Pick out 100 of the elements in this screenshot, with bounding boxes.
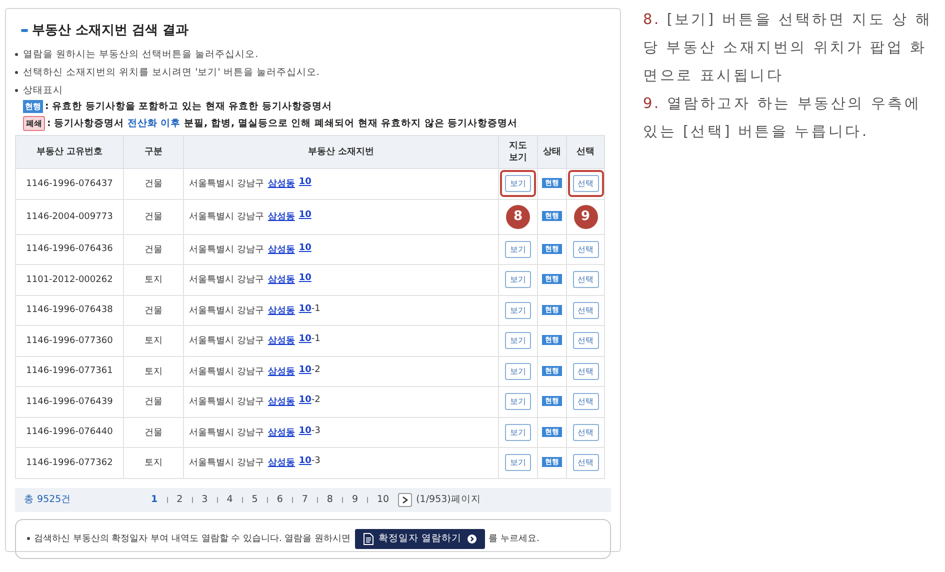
lot-link[interactable]: 10 bbox=[298, 177, 312, 190]
lot-link[interactable]: 10 bbox=[298, 395, 312, 408]
table-cell: 1146-2004-009773 bbox=[16, 199, 124, 234]
page-link[interactable]: 1 bbox=[151, 494, 158, 505]
lot-suffix: -1 bbox=[311, 304, 320, 316]
table-cell: 1146-1996-076436 bbox=[16, 234, 124, 264]
dong-link[interactable]: 삼성동 bbox=[268, 364, 295, 378]
select-button[interactable]: 선택 bbox=[572, 424, 598, 441]
map-view-button[interactable]: 보기 bbox=[505, 302, 531, 319]
lot-link[interactable]: 10 bbox=[298, 364, 312, 378]
table-cell: 토지 bbox=[124, 326, 184, 356]
lot-link[interactable]: 10 bbox=[298, 426, 312, 439]
table-cell: 토지 bbox=[124, 448, 184, 478]
map-view-button[interactable]: 보기 bbox=[505, 393, 531, 410]
column-header: 선택 bbox=[566, 136, 604, 168]
dong-link[interactable]: 삼성동 bbox=[268, 242, 295, 256]
column-header: 부동산 소재지번 bbox=[184, 136, 498, 168]
separator-icon bbox=[342, 496, 343, 502]
table-cell: 1146-1996-076440 bbox=[16, 417, 124, 448]
total-count: 총 9525건 bbox=[24, 493, 72, 506]
select-button[interactable]: 선택 bbox=[572, 454, 598, 472]
address-text: 서울특별시 강남구 bbox=[189, 366, 264, 378]
select-button[interactable]: 선택 bbox=[572, 393, 598, 410]
table-cell: 1146-1996-076437 bbox=[16, 168, 124, 199]
map-view-button[interactable]: 보기 bbox=[505, 424, 531, 441]
table-cell: 건물 bbox=[124, 234, 184, 264]
arrow-circle-icon bbox=[466, 534, 477, 544]
notice-text: 검색하신 부동산의 확정일자 부여 내역도 열람할 수 있습니다. 열람을 원하시면 bbox=[34, 533, 351, 545]
address-text: 서울특별시 강남구 bbox=[189, 426, 264, 439]
select-button[interactable]: 선택 bbox=[572, 302, 598, 319]
address-text: 서울특별시 강남구 bbox=[189, 244, 264, 256]
separator-icon bbox=[316, 496, 318, 502]
address-text: 서울특별시 강남구 bbox=[189, 335, 264, 348]
address-text: 서울특별시 강남구 bbox=[189, 457, 264, 470]
dong-link[interactable]: 삼성동 bbox=[268, 273, 295, 286]
date-view-button[interactable]: 확정일자 열람하기 bbox=[354, 528, 485, 548]
instruction-text: 8. [보기] 버튼을 선택하면 지도 상 해당 부동산 소재지번의 위치가 팝업 화면으로 표시됩니다 bbox=[643, 11, 933, 86]
step-number: 9 bbox=[574, 204, 598, 228]
address-text: 서울특별시 강남구 bbox=[189, 304, 264, 317]
page-link[interactable]: 6 bbox=[276, 494, 283, 505]
table-cell: 건물 bbox=[124, 199, 184, 234]
dong-link[interactable]: 삼성동 bbox=[268, 177, 295, 190]
dong-link[interactable]: 삼성동 bbox=[268, 210, 295, 223]
bullet-icon bbox=[15, 71, 18, 74]
table-cell: 1146-1996-077360 bbox=[16, 326, 124, 356]
lot-suffix: -3 bbox=[311, 456, 320, 468]
lot-link[interactable]: 10 bbox=[298, 334, 312, 348]
next-page-icon[interactable] bbox=[398, 492, 412, 506]
page-link[interactable]: 7 bbox=[302, 494, 308, 505]
column-header: 상태 bbox=[538, 136, 566, 168]
separator-icon bbox=[242, 496, 243, 502]
select-button[interactable]: 선택 bbox=[572, 362, 598, 380]
map-view-button[interactable]: 보기 bbox=[505, 454, 531, 472]
separator-icon bbox=[266, 496, 268, 502]
lot-link[interactable]: 10 bbox=[298, 210, 312, 223]
note-text: 선택하신 소재지번의 위치를 보시려면 '보기' 버튼을 눌러주십시오. bbox=[23, 66, 320, 79]
bullet-icon bbox=[27, 537, 30, 540]
separator-icon bbox=[292, 496, 293, 502]
page-link[interactable]: 2 bbox=[176, 494, 183, 505]
page-link[interactable]: 5 bbox=[252, 494, 258, 505]
select-button[interactable]: 선택 bbox=[572, 175, 598, 192]
dong-link[interactable]: 삼성동 bbox=[268, 395, 295, 408]
select-button[interactable]: 선택 bbox=[572, 240, 598, 258]
lot-link[interactable]: 10 bbox=[298, 456, 312, 470]
dong-link[interactable]: 삼성동 bbox=[268, 334, 295, 348]
note-text: 상태표시 bbox=[23, 84, 63, 97]
address-text: 서울특별시 강남구 bbox=[189, 211, 264, 223]
page-link[interactable]: 4 bbox=[226, 494, 233, 505]
document-icon bbox=[362, 532, 374, 544]
map-view-button[interactable]: 보기 bbox=[505, 271, 531, 288]
dong-link[interactable]: 삼성동 bbox=[268, 304, 295, 317]
dong-link[interactable]: 삼성동 bbox=[268, 426, 295, 439]
column-header: 부동산 고유번호 bbox=[16, 136, 124, 168]
table-cell: 1101-2012-000262 bbox=[16, 264, 124, 295]
page-link[interactable]: 8 bbox=[326, 494, 333, 505]
map-view-button[interactable]: 보기 bbox=[505, 240, 531, 258]
bullet-bar-icon bbox=[21, 28, 28, 32]
separator-icon bbox=[166, 496, 168, 502]
address-text: 서울특별시 강남구 bbox=[189, 396, 264, 408]
step-number: 8 bbox=[506, 204, 530, 228]
bullet-icon bbox=[15, 53, 18, 56]
dong-link[interactable]: 삼성동 bbox=[268, 456, 295, 470]
lot-link[interactable]: 10 bbox=[298, 273, 312, 286]
page-link[interactable]: 9 bbox=[352, 494, 358, 505]
select-button[interactable]: 선택 bbox=[572, 271, 598, 288]
map-view-button[interactable]: 보기 bbox=[505, 175, 531, 192]
lot-link[interactable]: 10 bbox=[298, 304, 312, 317]
page-link[interactable]: 3 bbox=[202, 494, 208, 505]
page-link[interactable]: 10 bbox=[377, 494, 390, 505]
table-cell: 1146-1996-076439 bbox=[16, 386, 124, 417]
table-cell: 토지 bbox=[124, 356, 184, 386]
lot-suffix: -2 bbox=[311, 395, 320, 408]
lot-link[interactable]: 10 bbox=[298, 242, 312, 256]
column-header: 지도 보기 bbox=[498, 136, 538, 168]
table-cell: 1146-1996-077362 bbox=[16, 448, 124, 478]
address-text: 서울특별시 강남구 bbox=[189, 178, 264, 190]
map-view-button[interactable]: 보기 bbox=[505, 332, 531, 350]
map-view-button[interactable]: 보기 bbox=[505, 362, 531, 380]
select-button[interactable]: 선택 bbox=[572, 332, 598, 350]
page-info: (1/953)페이지 bbox=[416, 493, 481, 506]
